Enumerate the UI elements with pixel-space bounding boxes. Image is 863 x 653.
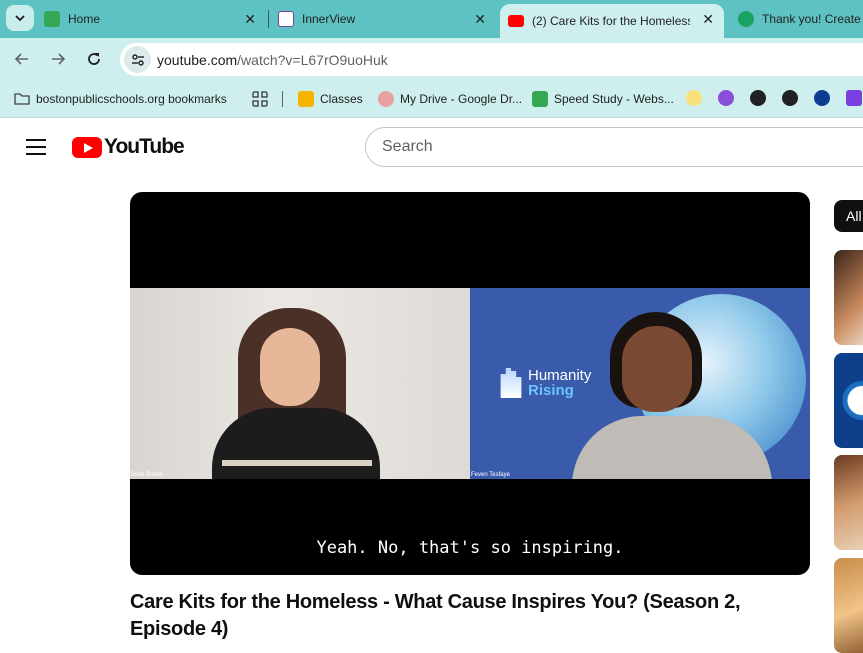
- brand-line-1: Humanity: [528, 367, 592, 384]
- grid-icon: [252, 91, 268, 107]
- brand-line-2: Rising: [528, 382, 574, 399]
- bookmark-list-icon[interactable]: [846, 90, 862, 106]
- bookmarks-bar: bostonpublicschools.org bookmarks Classe…: [0, 80, 863, 118]
- bookmark-canva-icon[interactable]: [718, 90, 734, 106]
- recommended-thumbnail[interactable]: [834, 250, 863, 345]
- url-path: /watch?v=L67rO9uoHuk: [237, 52, 388, 68]
- bookmark-label: My Drive - Google Dr...: [400, 92, 523, 106]
- back-button[interactable]: [12, 49, 32, 69]
- tab-home[interactable]: Home ✕: [44, 4, 266, 34]
- reload-button[interactable]: [84, 49, 104, 69]
- folder-icon: [14, 93, 30, 105]
- nasa-icon[interactable]: [814, 90, 830, 106]
- search-box[interactable]: [365, 127, 863, 167]
- bookmark-classes[interactable]: Classes: [298, 90, 363, 108]
- recommended-thumbnail[interactable]: [834, 558, 863, 653]
- bookmark-label: Speed Study - Webs...: [554, 92, 674, 106]
- site-info-button[interactable]: [124, 46, 151, 73]
- tab-thank-you[interactable]: Thank you! Create: [738, 4, 863, 34]
- innerview-icon: [278, 11, 294, 27]
- menu-bar: [26, 139, 46, 141]
- recommended-thumbnail[interactable]: [834, 353, 863, 448]
- url-text: youtube.com/watch?v=L67rO9uoHuk: [157, 52, 388, 68]
- tab-title: Home: [68, 12, 101, 26]
- cloud-upload-icon: [738, 11, 754, 27]
- browser-tab-strip: Home ✕ InnerView ✕ (2) Care Kits for the…: [0, 0, 863, 38]
- bookmark-divider: [282, 91, 283, 107]
- bookmark-folder-bps[interactable]: bostonpublicschools.org bookmarks: [14, 90, 227, 108]
- forward-button[interactable]: [48, 49, 68, 69]
- close-icon[interactable]: ✕: [244, 11, 256, 27]
- video-player[interactable]: Bella Brown Humanity Rising Feven Tesfay…: [130, 192, 810, 575]
- google-classroom-icon: [298, 91, 314, 107]
- video-frame-left: Bella Brown: [130, 288, 470, 479]
- sweater-stripe: [222, 460, 372, 466]
- tune-icon: [131, 53, 144, 66]
- tab-search-button[interactable]: [6, 5, 34, 31]
- google-classroom-icon: [44, 11, 60, 27]
- address-bar[interactable]: youtube.com/watch?v=L67rO9uoHuk: [120, 43, 863, 76]
- hand-icon: [500, 368, 522, 398]
- chip-all[interactable]: All: [834, 200, 863, 232]
- tab-divider: [268, 10, 269, 28]
- tab-title: InnerView: [302, 12, 356, 26]
- tab-title: Thank you! Create: [762, 12, 861, 26]
- bookmark-my-drive[interactable]: My Drive - Google Dr...: [378, 90, 522, 108]
- globe-icon[interactable]: [750, 90, 766, 106]
- person-face: [622, 326, 692, 412]
- video-caption: Yeah. No, that's so inspiring.: [316, 538, 624, 558]
- bookmark-label: bostonpublicschools.org bookmarks: [36, 92, 227, 106]
- youtube-logo[interactable]: YouTube: [72, 135, 185, 158]
- tab-title: (2) Care Kits for the Homeless: [532, 14, 690, 28]
- person-face: [260, 328, 320, 406]
- bookmark-label: Classes: [320, 92, 363, 106]
- reload-icon: [88, 53, 100, 65]
- menu-bar: [26, 146, 46, 148]
- arrow-right-icon: [52, 53, 66, 65]
- tab-youtube-active[interactable]: (2) Care Kits for the Homeless ✕: [500, 4, 724, 38]
- brand-text: Humanity Rising: [528, 368, 591, 398]
- person-sweater: [212, 408, 380, 479]
- bookmark-extension-icon[interactable]: [686, 90, 702, 106]
- recommended-thumbnail[interactable]: [834, 455, 863, 550]
- video-title: Care Kits for the Homeless - What Cause …: [130, 591, 741, 640]
- youtube-favicon-icon: [508, 15, 524, 27]
- youtube-wordmark: YouTube: [104, 135, 185, 158]
- arrow-left-icon: [14, 53, 28, 65]
- tab-innerview[interactable]: InnerView ✕: [278, 4, 496, 34]
- bookmark-speed-study[interactable]: Speed Study - Webs...: [532, 90, 674, 108]
- apps-button[interactable]: [252, 90, 274, 108]
- google-sites-icon: [532, 91, 548, 107]
- close-icon[interactable]: ✕: [702, 11, 714, 27]
- drive-icon: [378, 91, 394, 107]
- close-icon[interactable]: ✕: [474, 11, 486, 27]
- search-input[interactable]: [382, 138, 782, 156]
- browser-toolbar: youtube.com/watch?v=L67rO9uoHuk: [0, 38, 863, 80]
- youtube-masthead: YouTube: [0, 119, 863, 175]
- menu-button[interactable]: [26, 139, 46, 155]
- video-frame-right: Humanity Rising Feven Tesfaye: [470, 288, 810, 479]
- url-host: youtube.com: [157, 52, 238, 68]
- menu-bar: [26, 153, 46, 155]
- globe-icon[interactable]: [782, 90, 798, 106]
- participant-name: Feven Tesfaye: [471, 472, 510, 478]
- youtube-play-icon: [72, 136, 102, 158]
- chevron-down-icon: [15, 15, 25, 22]
- participant-name: Bella Brown: [131, 472, 164, 478]
- humanity-rising-logo: Humanity Rising: [498, 368, 591, 398]
